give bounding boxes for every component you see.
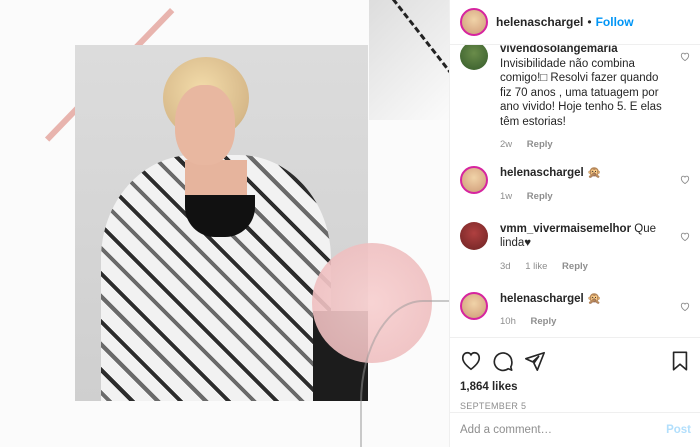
like-comment-heart-icon[interactable] [680, 175, 690, 184]
post-comment-button[interactable]: Post [666, 424, 691, 436]
comments-list[interactable]: vivendosolangemaria Invisibilidade não c… [450, 45, 700, 337]
comment-username[interactable]: vivendosolangemaria [500, 45, 618, 55]
commenter-avatar[interactable] [460, 45, 488, 70]
comment-text: 🙊 [586, 167, 602, 179]
comment-username[interactable]: helenaschargel [500, 293, 584, 305]
comment-meta: 3d 1 like Reply [500, 261, 665, 272]
heart-outline-icon[interactable] [460, 350, 482, 372]
reply-button[interactable]: Reply [527, 191, 553, 202]
post-actions: 1,864 likes SEPTEMBER 5 [450, 337, 700, 411]
comment-item: vivendosolangemaria Invisibilidade não c… [460, 45, 690, 150]
like-comment-heart-icon[interactable] [680, 52, 690, 61]
comment-text: 🙊 [586, 292, 602, 305]
comment-username[interactable]: vmm_vivermaisemelhor [500, 223, 631, 235]
comment-username[interactable]: helenaschargel [500, 167, 584, 179]
comment-input[interactable] [460, 424, 667, 436]
commenter-avatar[interactable] [460, 166, 488, 194]
likes-count[interactable]: 1,864 likes [460, 381, 691, 393]
commenter-avatar[interactable] [460, 221, 488, 250]
comment-age[interactable]: 2w [500, 139, 512, 150]
comment-age[interactable]: 3d [500, 261, 511, 272]
post-header: helenaschargel • Follow [450, 0, 700, 45]
comment-age[interactable]: 1w [500, 191, 512, 202]
comment-item: vmm_vivermaisemelhor Que linda♥ 3d 1 lik… [460, 221, 690, 272]
paper-plane-icon[interactable] [524, 350, 546, 372]
author-username[interactable]: helenaschargel [496, 15, 583, 29]
bookmark-icon[interactable] [669, 350, 691, 372]
comment-item: helenaschargel 🙊 10h Reply [460, 291, 690, 327]
commenter-avatar[interactable] [460, 291, 488, 320]
comment-item: helenaschargel 🙊 1w Reply [460, 166, 690, 202]
follow-button[interactable]: Follow [596, 15, 634, 29]
face [175, 85, 235, 165]
reply-button[interactable]: Reply [562, 261, 588, 272]
comment-meta: 1w Reply [500, 191, 665, 202]
like-comment-heart-icon[interactable] [680, 302, 690, 311]
separator-dot: • [587, 15, 592, 29]
post-image[interactable] [0, 0, 449, 447]
portrait-photo [75, 45, 368, 401]
comment-meta: 2w Reply [500, 139, 665, 150]
comment-meta: 10h Reply [500, 316, 665, 327]
comment-bubble-icon[interactable] [492, 350, 514, 372]
comment-likes[interactable]: 1 like [525, 261, 547, 272]
comment-age[interactable]: 10h [500, 316, 516, 327]
post-sidebar: helenaschargel • Follow vivendosolangema… [449, 0, 700, 447]
like-comment-heart-icon[interactable] [680, 232, 690, 241]
post-date[interactable]: SEPTEMBER 5 [460, 401, 691, 411]
action-bar [460, 348, 691, 374]
add-comment-bar: Post [450, 412, 700, 447]
reply-button[interactable]: Reply [527, 139, 553, 150]
author-avatar[interactable] [460, 8, 488, 36]
comment-text: Invisibilidade não combina comigo!□ Reso… [500, 57, 662, 128]
reply-button[interactable]: Reply [531, 316, 557, 327]
